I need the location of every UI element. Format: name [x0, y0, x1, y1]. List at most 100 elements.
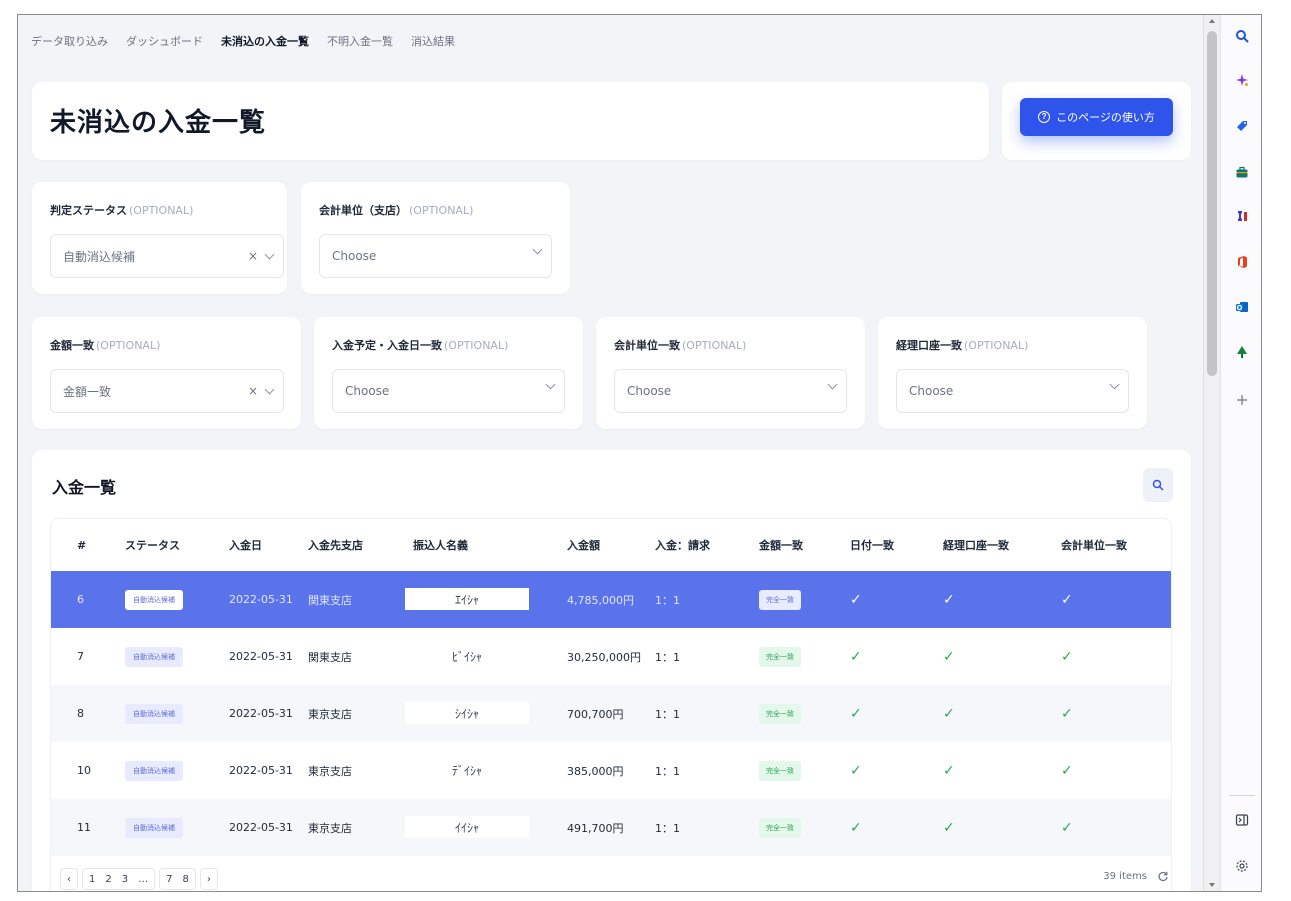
page-3-button[interactable]: 3 [122, 874, 128, 885]
status-badge: 自動消込候補 [125, 646, 183, 667]
row-id: 7 [77, 650, 84, 663]
filter-unit-select[interactable]: Choose [319, 234, 552, 278]
chevron-down-icon [264, 249, 275, 260]
settings-icon[interactable] [1233, 857, 1251, 875]
filter-status-label: 判定ステータス (OPTIONAL) [50, 204, 194, 217]
clear-icon[interactable]: × [248, 384, 258, 398]
column-header: 経理口座一致 [943, 539, 1009, 552]
check-icon: ✓ [1061, 762, 1073, 779]
page-title: 未消込の入金一覧 [50, 108, 267, 138]
check-icon: ✓ [1061, 819, 1073, 836]
column-header: 入金先支店 [308, 539, 363, 552]
office-icon[interactable] [1233, 253, 1251, 271]
page-help-button[interactable]: ? このページの使い方 [1020, 98, 1173, 136]
search-icon[interactable] [1233, 27, 1251, 45]
payer-name: ｴｲｼｬ [405, 588, 529, 610]
side-panel-divider [1229, 795, 1255, 796]
scroll-thumb[interactable] [1207, 31, 1217, 376]
filter-unit-match-card: 会計単位一致 (OPTIONAL) Choose [596, 317, 865, 429]
chevron-down-icon [264, 384, 275, 395]
chevron-down-icon [532, 244, 543, 255]
check-icon: ✓ [943, 819, 955, 836]
check-icon: ✓ [850, 762, 862, 779]
filter-unit-match-select[interactable]: Choose [614, 369, 847, 413]
check-icon: ✓ [943, 762, 955, 779]
ratio: 1：1 [655, 593, 680, 607]
row-id: 8 [77, 707, 84, 720]
chess-icon[interactable] [1233, 207, 1251, 225]
filter-unit-value: Choose [332, 249, 377, 263]
filter-unit-match-label: 会計単位一致 (OPTIONAL) [614, 339, 747, 352]
clear-icon[interactable]: × [248, 249, 258, 263]
table-row[interactable]: 7 自動消込候補 2022-05-31 関東支店 ﾋﾞｲｼｬ 30,250,00… [51, 628, 1171, 685]
payer-name: ﾋﾞｲｼｬ [405, 645, 529, 667]
filter-status-select[interactable]: 自動消込候補 × [50, 234, 284, 278]
row-id: 6 [77, 593, 84, 606]
sparkle-icon[interactable] [1233, 71, 1251, 89]
tree-icon[interactable] [1233, 343, 1251, 361]
page-1-button[interactable]: 1 [89, 874, 95, 885]
check-icon: ✓ [850, 591, 862, 608]
scroll-down-arrow[interactable] [1209, 883, 1215, 887]
nav-item-uncleared-payments[interactable]: 未消込の入金一覧 [221, 33, 309, 49]
refresh-icon[interactable] [1157, 870, 1169, 882]
scroll-up-arrow[interactable] [1209, 19, 1215, 23]
payer-name: ﾃﾞｲｼｬ [405, 759, 529, 781]
filter-account-match-select[interactable]: Choose [896, 369, 1129, 413]
amount: 4,785,000円 [567, 593, 634, 607]
chevron-down-icon [1109, 379, 1120, 390]
column-header: ステータス [125, 539, 180, 552]
payment-list-card: 入金一覧 # ステータス 入金日 入金先支店 振込人名義 入金額 入金：請求 金… [32, 450, 1191, 891]
amount-match-badge: 完全一致 [759, 646, 801, 667]
branch: 関東支店 [308, 593, 352, 607]
page-scrollbar[interactable] [1203, 15, 1220, 891]
nav-item-clearing-results[interactable]: 消込結果 [411, 33, 455, 49]
table-header: # ステータス 入金日 入金先支店 振込人名義 入金額 入金：請求 金額一致 日… [51, 519, 1171, 571]
filter-account-match-value: Choose [909, 384, 954, 398]
page-2-button[interactable]: 2 [105, 874, 111, 885]
payment-date: 2022-05-31 [229, 650, 293, 663]
row-id: 10 [77, 764, 91, 777]
branch: 東京支店 [308, 764, 352, 778]
filter-date-match-label: 入金予定・入金日一致 (OPTIONAL) [332, 339, 509, 352]
column-header: 振込人名義 [413, 539, 468, 552]
status-badge: 自動消込候補 [125, 760, 183, 781]
next-page-button[interactable]: › [199, 868, 218, 890]
nav-item-unknown-payments[interactable]: 不明入金一覧 [327, 33, 393, 49]
payment-date: 2022-05-31 [229, 707, 293, 720]
table-row[interactable]: 8 自動消込候補 2022-05-31 東京支店 ｼｲｼｬ 700,700円 1… [51, 685, 1171, 742]
filter-account-match-card: 経理口座一致 (OPTIONAL) Choose [878, 317, 1147, 429]
payment-list-title: 入金一覧 [52, 478, 117, 497]
amount-match-badge: 完全一致 [759, 589, 801, 610]
page-8-button[interactable]: 8 [183, 874, 189, 885]
filter-unit-label: 会計単位（支店） (OPTIONAL) [319, 204, 474, 217]
amount-match-badge: 完全一致 [759, 760, 801, 781]
prev-page-button[interactable]: ‹ [60, 868, 78, 890]
amount: 385,000円 [567, 764, 624, 778]
column-header: 入金：請求 [655, 539, 710, 552]
outlook-icon[interactable] [1233, 298, 1251, 316]
amount: 700,700円 [567, 707, 624, 721]
nav-item-data-import[interactable]: データ取り込み [31, 33, 108, 49]
branch: 関東支店 [308, 650, 352, 664]
filter-amount-match-select[interactable]: 金額一致 × [50, 369, 284, 413]
status-badge: 自動消込候補 [125, 589, 183, 610]
check-icon: ✓ [1061, 705, 1073, 722]
table-row[interactable]: 10 自動消込候補 2022-05-31 東京支店 ﾃﾞｲｼｬ 385,000円… [51, 742, 1171, 799]
page-7-button[interactable]: 7 [166, 874, 172, 885]
payment-date: 2022-05-31 [229, 764, 293, 777]
question-circle-icon: ? [1038, 111, 1051, 123]
branch: 東京支店 [308, 707, 352, 721]
tag-icon[interactable] [1233, 117, 1251, 135]
sidebar-toggle-icon[interactable] [1233, 811, 1251, 829]
nav-item-dashboard[interactable]: ダッシュボード [126, 33, 203, 49]
table-row[interactable]: 6 自動消込候補 2022-05-31 関東支店 ｴｲｼｬ 4,785,000円… [51, 571, 1171, 628]
amount-match-badge: 完全一致 [759, 817, 801, 838]
filter-date-match-select[interactable]: Choose [332, 369, 565, 413]
chevron-down-icon [545, 379, 556, 390]
table-row[interactable]: 11 自動消込候補 2022-05-31 東京支店 ｲｲｼｬ 491,700円 … [51, 799, 1171, 856]
table-search-button[interactable] [1143, 468, 1173, 502]
briefcase-icon[interactable] [1233, 163, 1251, 181]
plus-icon[interactable] [1233, 391, 1251, 409]
row-id: 11 [77, 821, 91, 834]
